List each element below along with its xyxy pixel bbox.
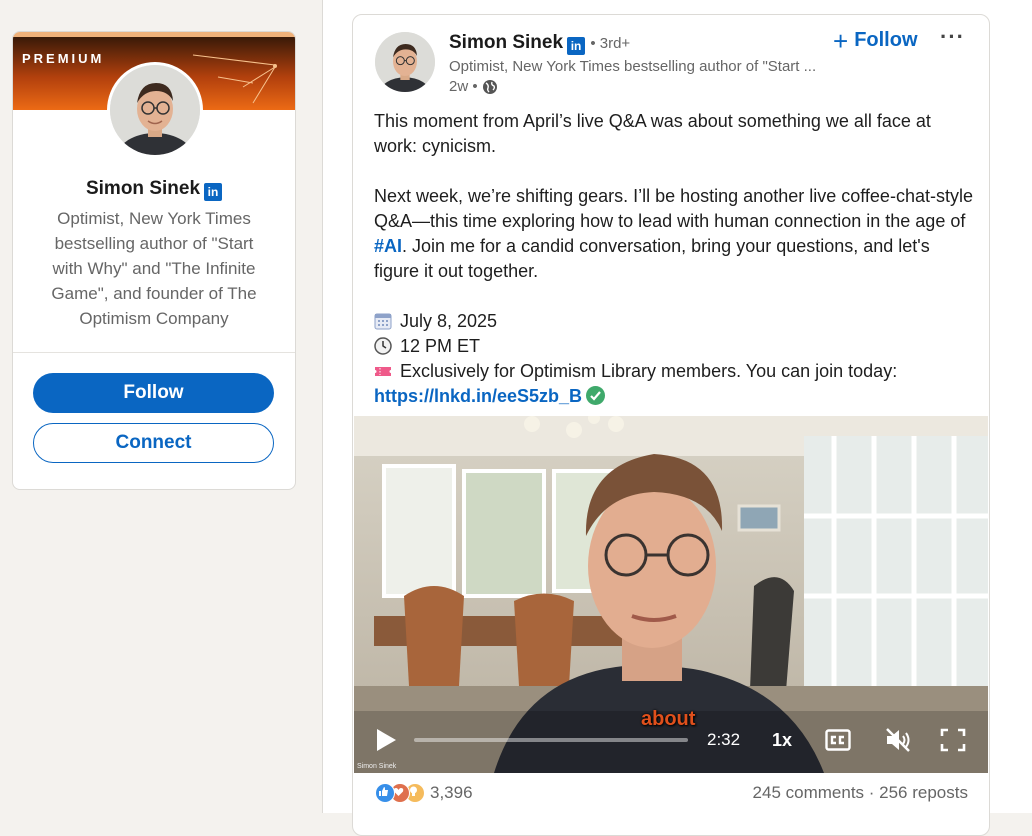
ticket-icon [375,367,391,376]
connect-button[interactable]: Connect [33,423,274,463]
playback-speed-button[interactable]: 1x [772,730,792,751]
fullscreen-icon[interactable] [940,728,966,752]
premium-label: PREMIUM [22,51,105,66]
event-date: July 8, 2025 [400,311,498,331]
event-date-line: July 8, 2025 [374,309,974,334]
hashtag-ai-link[interactable]: #AI [374,236,402,256]
muted-speaker-icon[interactable] [884,726,912,754]
profile-name[interactable]: Simon Sinek in [13,178,295,201]
post-follow-label: Follow [854,29,918,51]
plus-icon: + [833,25,849,56]
avatar-image [110,65,200,155]
follow-button[interactable]: Follow [33,373,274,413]
event-link[interactable]: https://lnkd.in/eeS5zb_B [374,386,582,406]
video-caption: about [641,708,696,730]
video-watermark: Simon Sinek [357,763,397,770]
post-author-avatar[interactable] [375,32,435,92]
post-follow-button[interactable]: + Follow [833,25,918,56]
post-body: This moment from April’s live Q&A was ab… [374,109,974,409]
profile-name-text: Simon Sinek [85,178,201,199]
post-timestamp: 2w • [449,78,498,95]
linkedin-premium-icon: in [567,37,586,55]
connection-degree: • 3rd+ [590,35,631,52]
reactions-summary[interactable]: 3,396 [375,783,473,803]
post-paragraph-2: Next week, we’re shifting gears. I’ll be… [374,186,973,281]
profile-card: PREMIUM Simon Sinek in Optimist, New York… [12,31,296,490]
video-progress-bar[interactable] [414,738,688,742]
linkedin-premium-icon: in [204,183,223,201]
avatar-image [375,32,435,92]
play-icon[interactable] [374,727,398,753]
post-author-name[interactable]: Simon Sinek in • 3rd+ [449,32,630,55]
clock-icon [374,337,392,355]
post-author-name-text: Simon Sinek [449,32,564,53]
like-reaction-icon [375,783,395,803]
calendar-icon [374,313,392,330]
comments-reposts-count[interactable]: 245 comments · 256 reposts [753,783,968,803]
reactions-count: 3,396 [430,783,473,802]
event-time: 12 PM ET [400,336,481,356]
event-time-line: 12 PM ET [374,334,974,359]
globe-icon [482,79,497,94]
verified-check-icon [586,386,606,405]
post-paragraph-1: This moment from April’s live Q&A was ab… [374,111,931,156]
more-options-icon[interactable]: ··· [940,24,965,50]
video-time: 2:32 [707,730,741,749]
profile-headline: Optimist, New York Times bestselling aut… [51,209,257,328]
profile-avatar[interactable] [107,62,203,158]
post-time-text: 2w • [449,78,478,95]
divider [13,352,295,353]
video-player[interactable]: about 2:32 1x Simon Sinek [354,416,988,773]
post-author-headline: Optimist, New York Times bestselling aut… [449,58,817,75]
closed-captions-icon[interactable] [825,729,851,751]
event-access-line: Exclusively for Optimism Library members… [374,361,898,406]
